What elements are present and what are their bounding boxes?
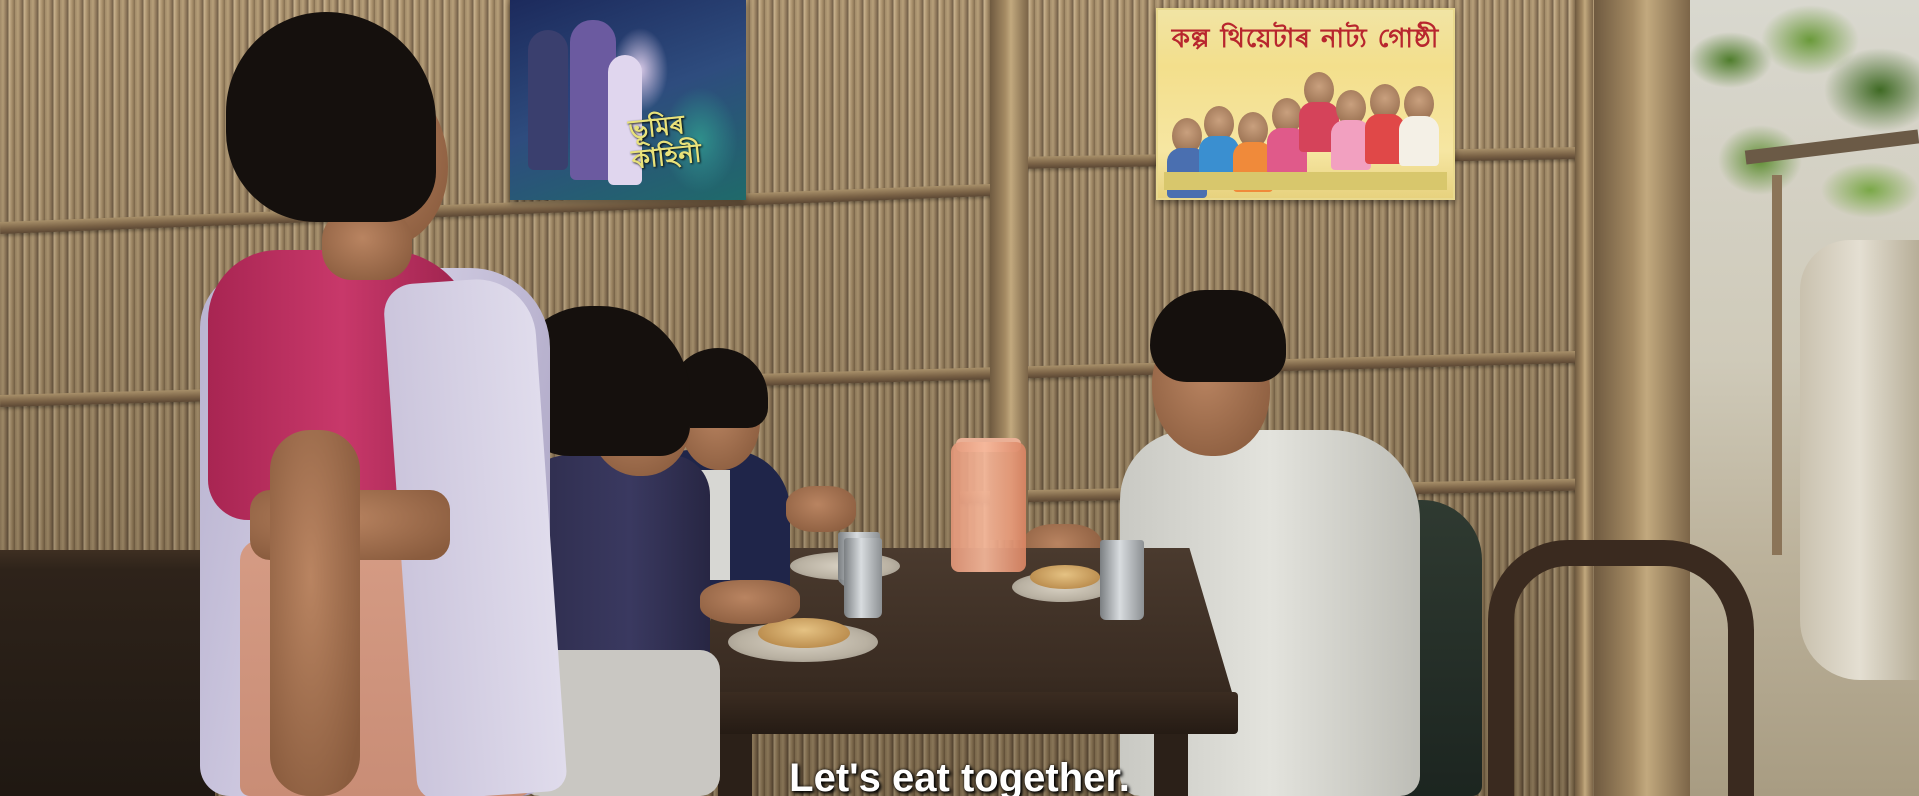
poster-title-art: ভূমিৰ কাহিনী bbox=[627, 110, 703, 176]
subtitle-caption: Let's eat together. bbox=[789, 756, 1130, 796]
movie-poster: ভূমিৰ কাহিনী bbox=[510, 0, 746, 200]
water-jug bbox=[951, 442, 1026, 572]
poster-figure bbox=[1399, 116, 1439, 166]
tree-foliage bbox=[1690, 0, 1919, 260]
poster-title-art: কল্প থিয়েটাৰ নাট্য গোষ্ঠী bbox=[1171, 24, 1440, 54]
girl-back-hand bbox=[786, 486, 856, 532]
tree-trunk bbox=[1800, 240, 1919, 680]
food-boy bbox=[1030, 565, 1100, 589]
boy-hair bbox=[1150, 290, 1286, 382]
steel-glass-2 bbox=[844, 538, 882, 618]
video-frame: ভূমিৰকাহিনী কল্প থিয়েটাৰ নাট্য গোষ্ঠী bbox=[0, 0, 1919, 796]
poster-figure bbox=[528, 30, 568, 170]
dining-table-edge bbox=[686, 692, 1238, 734]
woman-arm bbox=[270, 430, 360, 796]
poster-footer-strip bbox=[1164, 172, 1447, 190]
shed-pole bbox=[1772, 175, 1782, 555]
girl-front-hand bbox=[700, 580, 800, 624]
steel-glass-boy bbox=[1100, 540, 1144, 620]
theatre-troupe-poster: কল্প থিয়েটাৰ নাট্য গোষ্ঠী bbox=[1156, 8, 1455, 200]
